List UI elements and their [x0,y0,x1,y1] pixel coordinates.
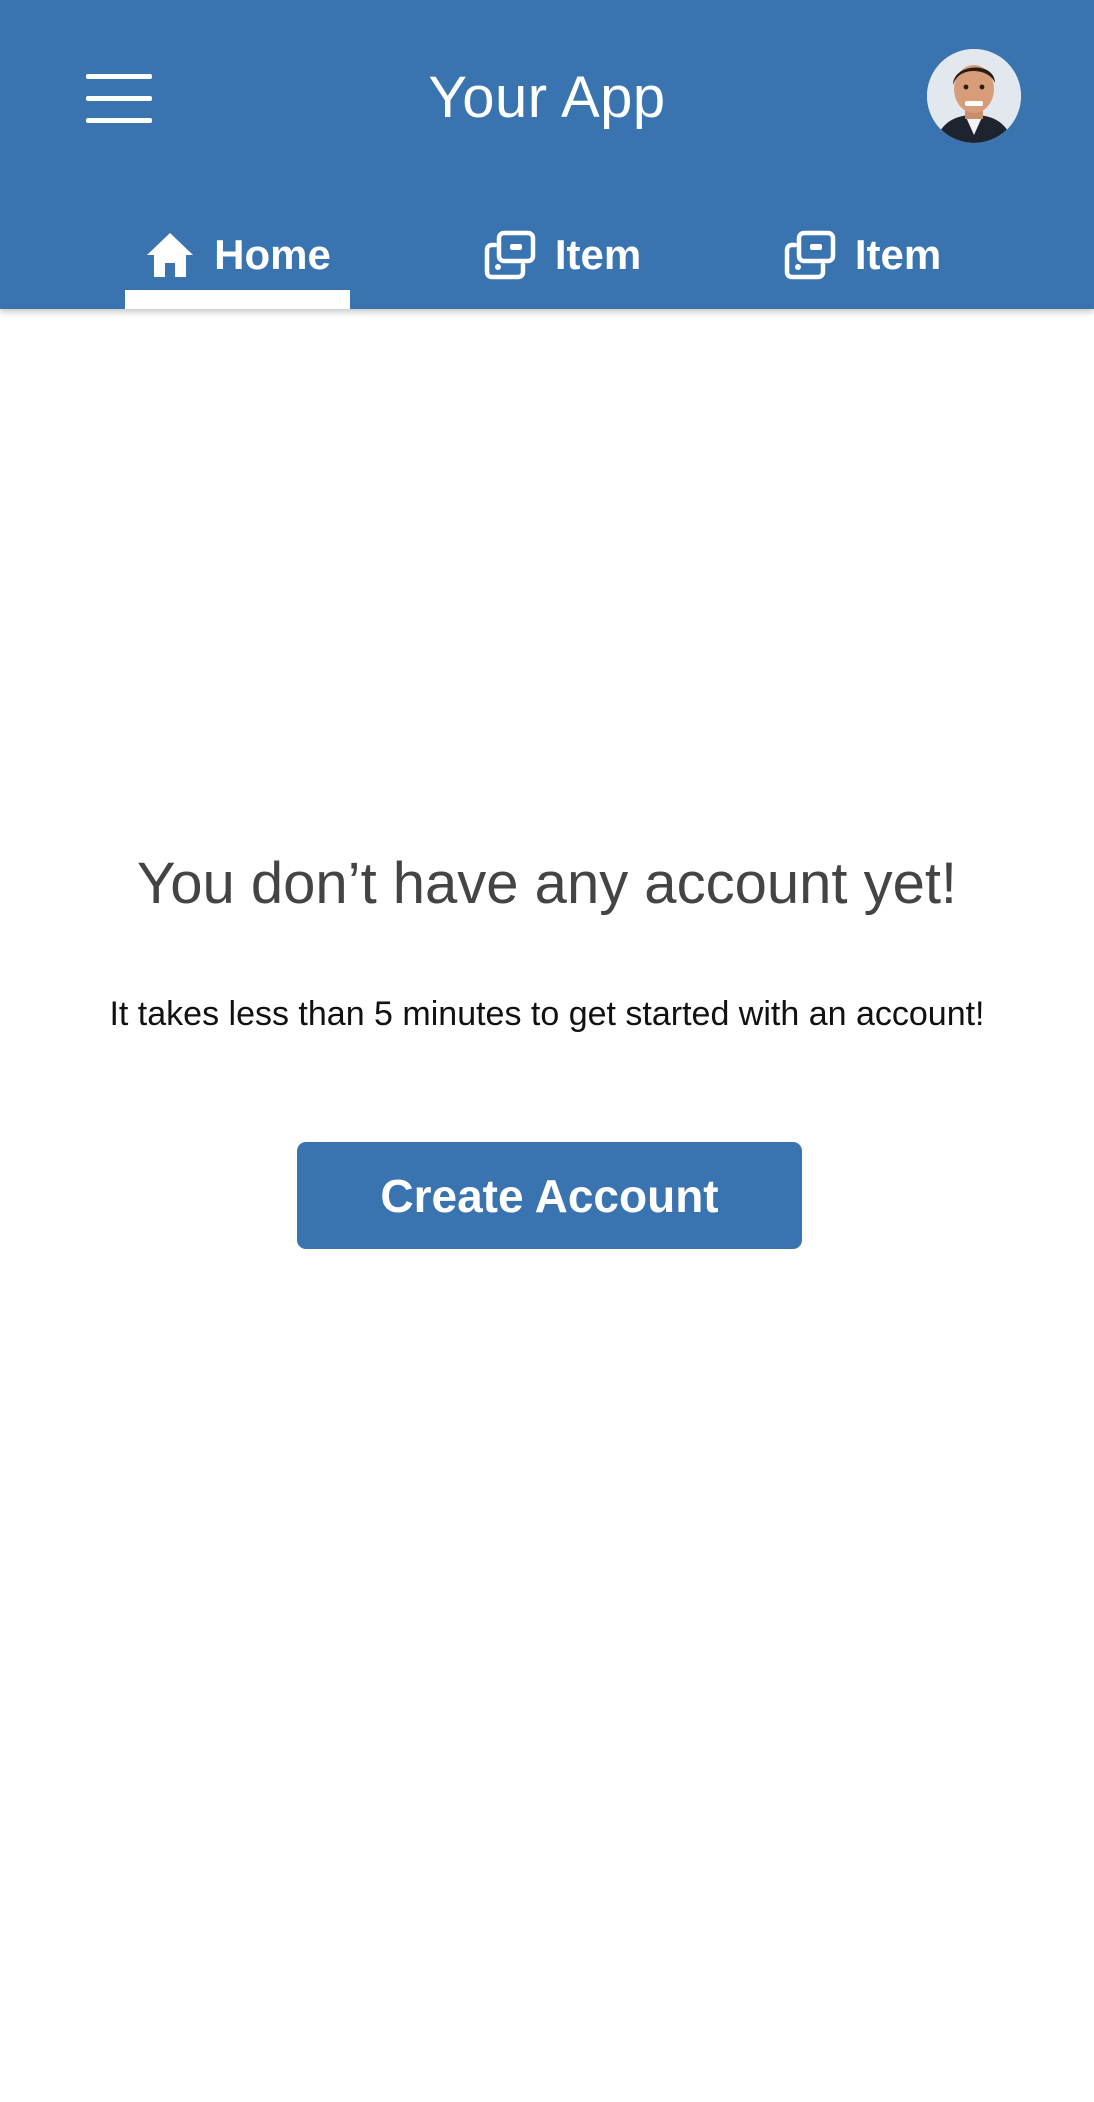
app-title: Your App [428,65,666,130]
avatar-portrait-icon [927,49,1021,143]
menu-line [86,117,152,123]
user-avatar[interactable] [927,49,1021,143]
empty-state-headline: You don’t have any account yet! [136,851,958,916]
active-tab-indicator [125,290,350,309]
app-header: Your App Home Item Item [0,0,1094,309]
item-cards-icon [483,230,537,280]
item-cards-icon [783,230,837,280]
hamburger-menu-icon[interactable] [72,58,166,138]
tab-home-label: Home [214,230,331,278]
tab-item-1[interactable]: Item [462,200,662,309]
home-icon [144,230,196,280]
tab-item-2[interactable]: Item [762,200,962,309]
tab-item-1-label: Item [554,230,642,278]
tab-item-2-label: Item [854,230,942,278]
empty-state: You don’t have any account yet! It takes… [0,309,1094,2102]
empty-state-subtext: It takes less than 5 minutes to get star… [109,995,985,1033]
create-account-button[interactable]: Create Account [297,1142,802,1249]
menu-line [86,73,152,79]
menu-line [86,95,152,101]
app-screen: Your App Home Item Item You don’t have a… [0,0,1094,2102]
